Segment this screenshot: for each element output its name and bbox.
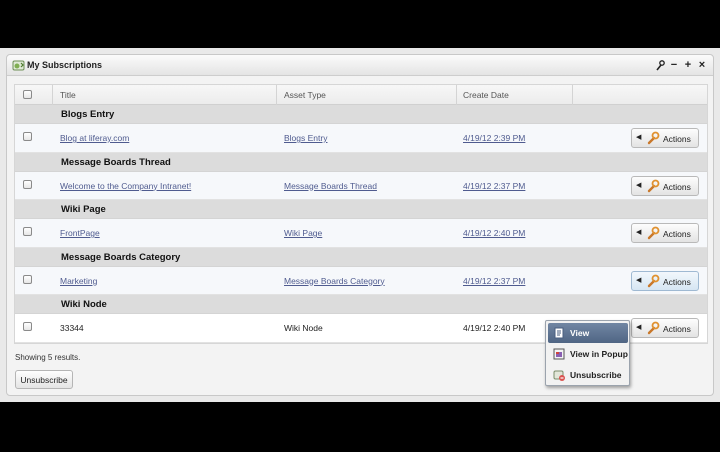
actions-button[interactable]: ◀ Actions: [631, 175, 699, 196]
group-heading-label: Wiki Node: [61, 299, 107, 310]
row-title[interactable]: Marketing: [60, 276, 97, 286]
row-asset-type[interactable]: Message Boards Category: [284, 276, 385, 286]
minimize-icon[interactable]: −: [669, 58, 679, 72]
actions-button[interactable]: ◀ Actions: [631, 270, 699, 291]
group-heading: Blogs Entry: [15, 105, 707, 124]
group-heading: Wiki Page: [15, 200, 707, 219]
row-asset-type: Wiki Node: [284, 323, 323, 333]
row-create-date[interactable]: 4/19/12 2:39 PM: [463, 133, 525, 143]
select-all-checkbox[interactable]: [23, 90, 32, 99]
table-row: Marketing Message Boards Category 4/19/12 …: [15, 266, 707, 295]
actions-button-label: Actions: [663, 276, 691, 287]
actions-button-label: Actions: [663, 324, 691, 334]
portlet-title: My Subscriptions: [27, 60, 103, 70]
menu-item-label: Unsubscribe: [570, 370, 622, 380]
column-header-title[interactable]: Title: [60, 85, 76, 105]
column-header-create-date[interactable]: Create Date: [463, 85, 509, 105]
menu-item-unsubscribe[interactable]: Unsubscribe: [548, 365, 628, 385]
actions-button[interactable]: ◀ Actions: [631, 223, 699, 243]
row-checkbox[interactable]: [23, 227, 32, 236]
row-create-date[interactable]: 4/19/12 2:37 PM: [463, 181, 525, 191]
close-icon[interactable]: ×: [697, 58, 707, 72]
actions-button[interactable]: ◀ Actions: [631, 128, 699, 148]
actions-button-label: Actions: [663, 181, 691, 192]
row-asset-type[interactable]: Wiki Page: [284, 228, 322, 238]
row-checkbox[interactable]: [23, 179, 32, 189]
group-heading-label: Message Boards Category: [61, 251, 181, 263]
group-heading-label: Wiki Page: [61, 204, 106, 215]
row-title: 33344: [60, 323, 84, 333]
actions-button[interactable]: ◀ Actions: [631, 318, 699, 338]
triangle-left-icon: ◀: [636, 134, 642, 141]
group-heading-label: Message Boards Thread: [61, 156, 171, 168]
menu-item-view[interactable]: View: [548, 323, 628, 343]
group-heading-label: Blogs Entry: [61, 109, 115, 120]
table-row: Blog at liferay.com Blogs Entry 4/19/12 2:…: [15, 124, 707, 153]
row-create-date[interactable]: 4/19/12 2:40 PM: [463, 228, 525, 238]
actions-button-label: Actions: [663, 229, 691, 239]
column-header-asset-type[interactable]: Asset Type: [284, 85, 326, 105]
page-icon: [554, 327, 564, 339]
wrench-icon: [647, 179, 660, 192]
triangle-left-icon: ◀: [636, 181, 642, 189]
row-checkbox[interactable]: [23, 274, 32, 284]
row-title[interactable]: FrontPage: [60, 228, 100, 238]
table-header: Title Asset Type Create Date: [15, 85, 707, 105]
subscriptions-icon: [12, 60, 25, 71]
table-row: Welcome to the Company Intranet! Message …: [15, 171, 707, 200]
menu-item-view-in-popup[interactable]: View in Popup: [548, 344, 628, 364]
subscriptions-table: Title Asset Type Create Date Blogs Entry…: [14, 84, 708, 344]
wrench-icon: [647, 131, 660, 145]
maximize-icon[interactable]: +: [683, 58, 693, 72]
row-checkbox[interactable]: [23, 132, 32, 141]
row-asset-type[interactable]: Blogs Entry: [284, 133, 327, 143]
portlet-titlebar: My Subscriptions − + ×: [7, 55, 713, 76]
wrench-icon: [647, 274, 660, 287]
wrench-icon: [647, 321, 660, 335]
menu-item-label: View: [570, 328, 590, 338]
triangle-left-icon: ◀: [636, 229, 642, 236]
triangle-left-icon: ◀: [636, 324, 642, 331]
menu-item-label: View in Popup: [570, 349, 628, 359]
triangle-left-icon: ◀: [636, 276, 642, 284]
group-heading: Message Boards Thread: [15, 152, 707, 172]
actions-button-label: Actions: [663, 134, 691, 144]
content-area: My Subscriptions − + × Title Asset Type …: [0, 48, 720, 402]
popup-icon: [553, 348, 565, 360]
row-title[interactable]: Welcome to the Company Intranet!: [60, 181, 191, 191]
group-heading: Wiki Node: [15, 295, 707, 314]
row-create-date[interactable]: 4/19/12 2:37 PM: [463, 276, 525, 286]
row-asset-type[interactable]: Message Boards Thread: [284, 181, 377, 191]
wrench-icon[interactable]: [655, 58, 665, 72]
table-row: FrontPage Wiki Page 4/19/12 2:40 PM ◀ Action…: [15, 219, 707, 248]
results-count: Showing 5 results.: [15, 353, 81, 362]
row-checkbox[interactable]: [23, 322, 32, 331]
unsubscribe-button[interactable]: Unsubscribe: [15, 370, 73, 389]
unsubscribe-icon: [553, 370, 565, 381]
wrench-icon: [647, 226, 660, 240]
row-create-date: 4/19/12 2:40 PM: [463, 323, 526, 333]
actions-menu: View View in Popup Unsubscribe: [545, 320, 630, 386]
group-heading: Message Boards Category: [15, 247, 707, 267]
row-title[interactable]: Blog at liferay.com: [60, 133, 129, 143]
